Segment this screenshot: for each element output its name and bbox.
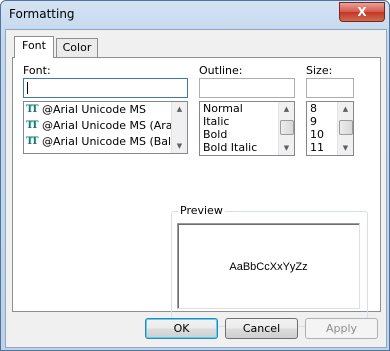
title-bar[interactable]: Formatting X xyxy=(1,1,389,29)
dialog-client-area: Color Font Font: TT @Arial Unicode MS TT @… xyxy=(5,29,387,348)
truetype-font-icon: TT xyxy=(26,104,39,115)
truetype-font-icon: TT xyxy=(26,120,39,131)
preview-box: AaBbCcXxYyZz xyxy=(177,223,360,309)
size-label: Size: xyxy=(306,64,333,77)
tab-color[interactable]: Color xyxy=(56,38,98,58)
scroll-down-arrow-icon[interactable]: ▼ xyxy=(338,141,353,155)
close-icon: X xyxy=(357,5,367,19)
outline-list[interactable]: Normal Italic Bold Bold Italic ▲ ▼ xyxy=(199,101,295,156)
scroll-up-arrow-icon[interactable]: ▲ xyxy=(172,102,187,116)
size-list-scrollbar[interactable]: ▲ ▼ xyxy=(337,102,353,155)
close-button[interactable]: X xyxy=(339,2,385,22)
ok-button[interactable]: OK xyxy=(145,318,218,339)
font-tab-panel: Font: TT @Arial Unicode MS TT @Arial Unico… xyxy=(12,57,381,327)
font-name-input[interactable] xyxy=(23,78,188,98)
window-title: Formatting xyxy=(9,7,75,21)
apply-button[interactable]: Apply xyxy=(305,318,378,339)
preview-sample-text: AaBbCcXxYyZz xyxy=(229,261,308,273)
preview-group: Preview AaBbCcXxYyZz xyxy=(171,204,368,327)
scroll-up-arrow-icon[interactable]: ▲ xyxy=(279,102,294,116)
outline-input[interactable] xyxy=(199,78,295,98)
size-list[interactable]: 8 9 10 11 ▲ ▼ xyxy=(306,101,354,156)
outline-label: Outline: xyxy=(199,64,243,77)
font-list-scrollbar[interactable]: ▲ ▼ xyxy=(171,102,187,153)
font-label: Font: xyxy=(23,64,51,77)
list-item[interactable]: TT @Arial Unicode MS xyxy=(24,102,187,118)
formatting-dialog: Formatting X Color Font Font: TT @Arial U… xyxy=(0,0,390,351)
preview-label: Preview xyxy=(178,204,225,217)
scroll-down-arrow-icon[interactable]: ▼ xyxy=(172,139,187,153)
size-input[interactable] xyxy=(306,78,354,98)
scroll-up-arrow-icon[interactable]: ▲ xyxy=(338,102,353,116)
list-item[interactable]: TT @Arial Unicode MS (Baltic) xyxy=(24,134,187,150)
list-item[interactable]: TT @Arial Unicode MS (Arabic xyxy=(24,118,187,134)
outline-list-scrollbar[interactable]: ▲ ▼ xyxy=(278,102,294,155)
scroll-thumb[interactable] xyxy=(280,120,294,135)
tab-font[interactable]: Font xyxy=(14,36,54,58)
cancel-button[interactable]: Cancel xyxy=(225,318,298,339)
truetype-font-icon: TT xyxy=(26,136,39,147)
scroll-down-arrow-icon[interactable]: ▼ xyxy=(279,141,294,155)
scroll-thumb[interactable] xyxy=(339,120,353,135)
text-caret xyxy=(27,82,28,94)
font-list[interactable]: TT @Arial Unicode MS TT @Arial Unicode MS … xyxy=(23,101,188,154)
